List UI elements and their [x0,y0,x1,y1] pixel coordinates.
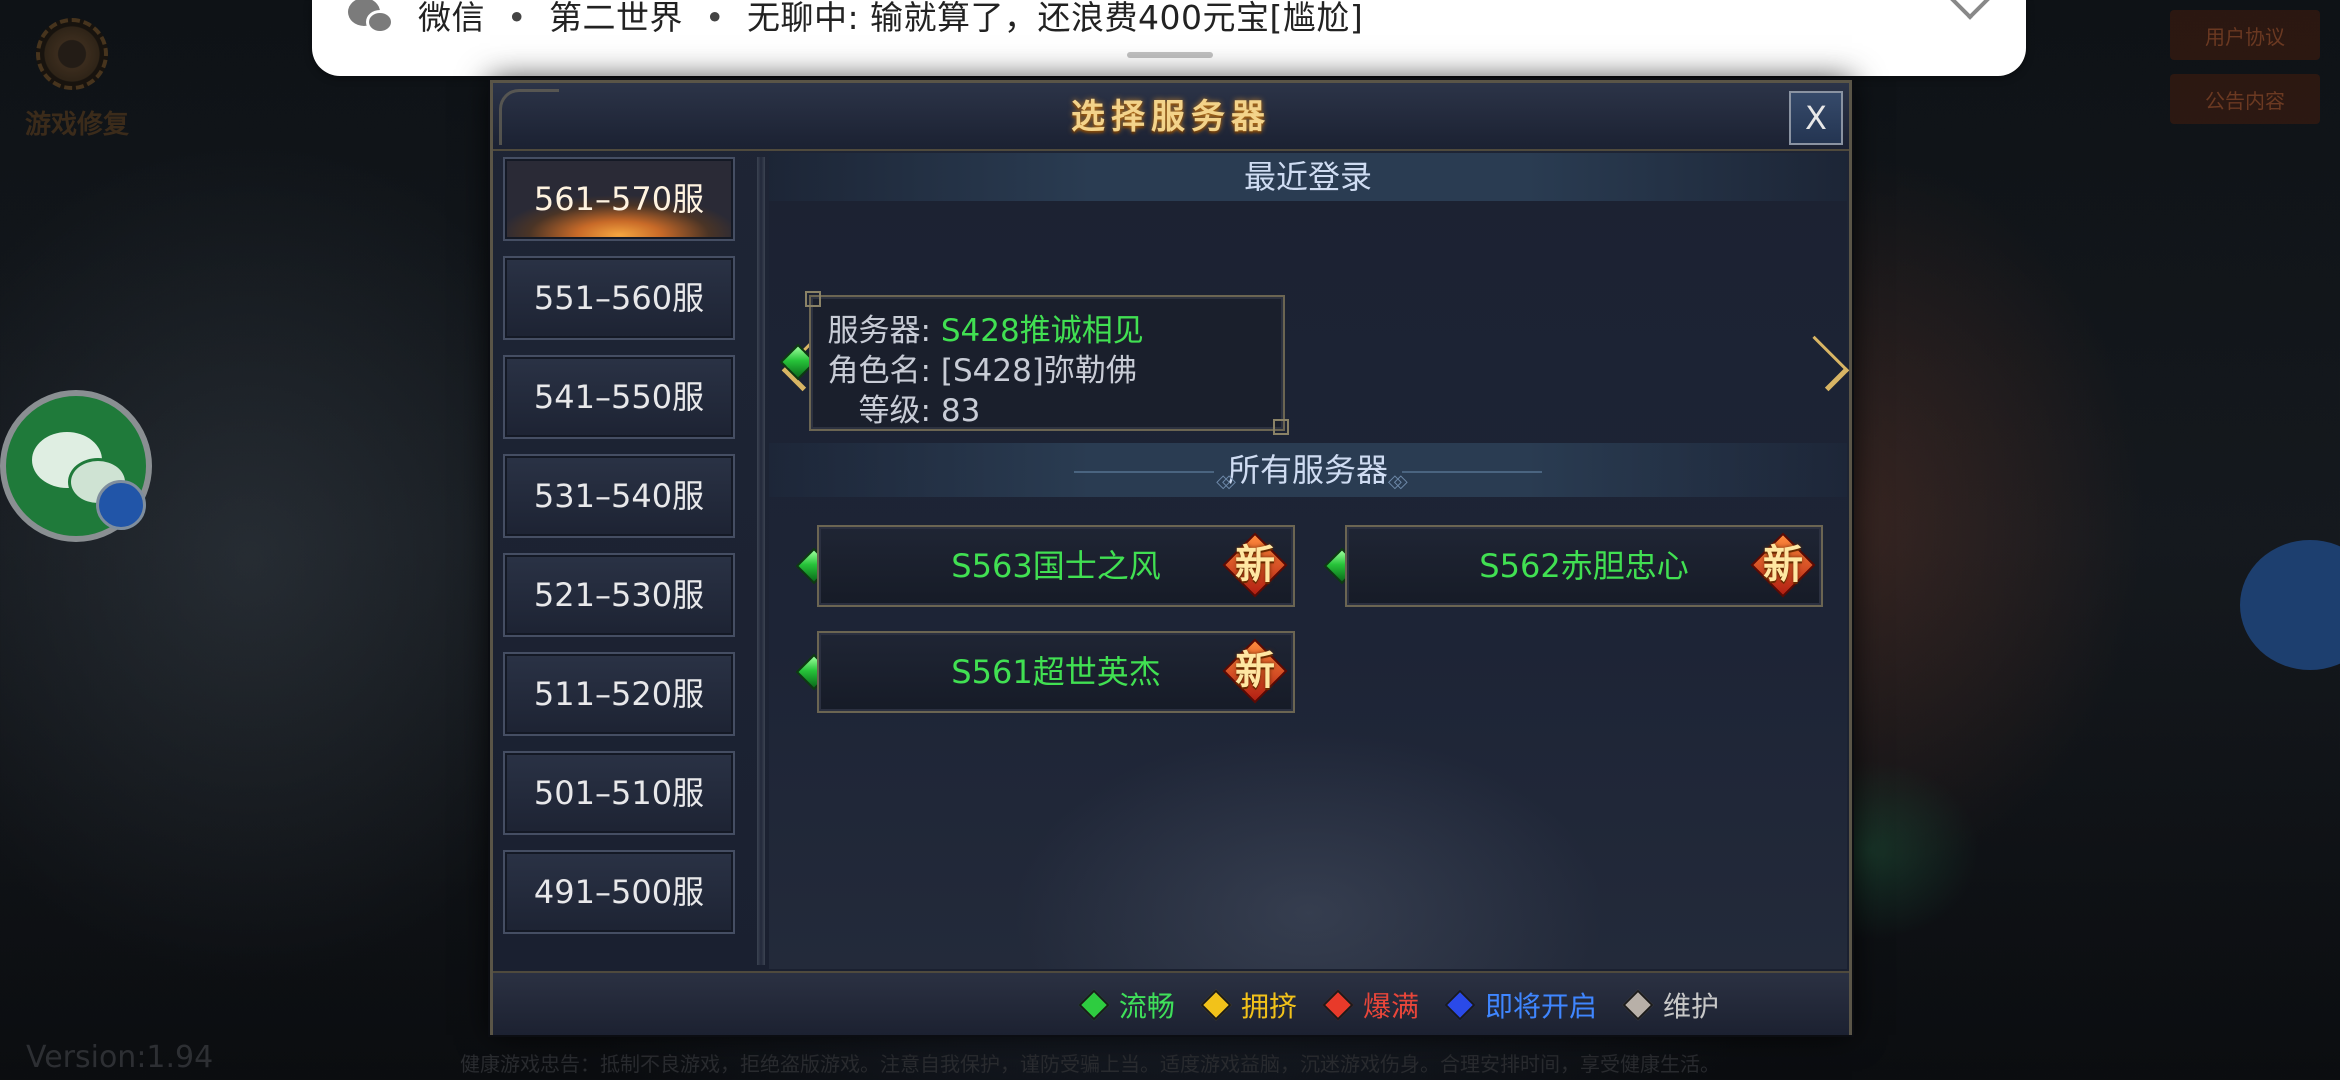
game-repair-button[interactable]: 游戏修复 [22,18,132,140]
level-label: 等级: [858,393,931,429]
range-tab[interactable]: 491–500服 [503,850,735,934]
new-badge: 新 [1222,532,1288,598]
header-ornament [1073,455,1228,509]
version-label: Version:1.94 [26,1040,214,1075]
side-float-button[interactable] [2240,540,2340,670]
status-legend: 流畅 拥挤 爆满 即将开启 维护 [1053,973,1719,1037]
legend-item: 拥挤 [1200,985,1297,1025]
health-notice: 健康游戏忠告：抵制不良游戏，拒绝盗版游戏。注意自我保护，谨防受骗上当。适度游戏益… [460,1052,1720,1076]
legend-label: 爆满 [1362,990,1419,1023]
server-content-panel: 最近登录 服务器: S428推诚相见 角色名: [S428]弥勒佛 等级: 83… [769,153,1847,969]
notification-message: 无聊中: 输就算了，还浪费400元宝[尴尬] [746,0,1364,37]
legend-diamond-icon [1200,989,1232,1021]
legend-label: 即将开启 [1484,990,1597,1023]
legend-label: 维护 [1662,990,1719,1023]
new-badge-text: 新 [1235,648,1275,694]
notification-text: 微信 • 第二世界 • 无聊中: 输就算了，还浪费400元宝[尴尬] [418,0,1364,37]
range-tab[interactable]: 531–540服 [503,454,735,538]
legend-diamond-icon [1322,989,1354,1021]
range-tab[interactable]: 501–510服 [503,751,735,835]
dialog-title: 选择服务器 [1071,97,1271,137]
legend-label: 流畅 [1118,990,1175,1023]
new-badge: 新 [1222,638,1288,704]
recent-level-row: 等级: 83 [811,385,1283,430]
status-legend-bar: 流畅 拥挤 爆满 即将开启 维护 [493,971,1849,1035]
wechat-float-button[interactable] [0,390,152,542]
role-label: 角色名: [827,353,931,389]
recent-server-row: 服务器: S428推诚相见 [811,305,1283,350]
server-card[interactable]: S563国士之风 新 [817,525,1295,607]
server-value: S428推诚相见 [940,313,1144,349]
range-tab[interactable]: 561–570服 [503,157,735,241]
server-name: S563国士之风 [951,547,1161,585]
new-badge: 新 [1750,532,1816,598]
wechat-icon [348,0,400,38]
range-tab[interactable]: 511–520服 [503,652,735,736]
legend-item: 流畅 [1078,985,1175,1025]
legend-diamond-icon [1444,989,1476,1021]
notification-banner[interactable]: 微信 • 第二世界 • 无聊中: 输就算了，还浪费400元宝[尴尬] [312,0,2026,76]
badge-icon [96,480,146,530]
announcement-button[interactable]: 公告内容 [2170,74,2320,124]
notification-app: 微信 [418,0,485,37]
server-label: 服务器: [827,313,931,349]
recent-login-header: 最近登录 [769,153,1847,201]
drag-handle[interactable] [1127,52,1213,58]
recent-role-row: 角色名: [S428]弥勒佛 [811,345,1283,390]
header-ornament [1388,455,1542,509]
chevron-down-icon[interactable] [1950,0,1990,20]
legend-diamond-icon [1078,989,1110,1021]
role-value: [S428]弥勒佛 [940,353,1137,389]
divider [757,157,765,965]
legend-item: 即将开启 [1444,985,1597,1025]
range-tab[interactable]: 541–550服 [503,355,735,439]
server-card[interactable]: S561超世英杰 新 [817,631,1295,713]
new-badge-text: 新 [1235,542,1275,588]
notification-group: 第二世界 [548,0,683,37]
next-arrow-icon[interactable] [1817,321,1847,401]
new-badge-text: 新 [1763,542,1803,588]
gear-icon [36,18,108,90]
server-name: S561超世英杰 [951,653,1161,691]
range-tab[interactable]: 551–560服 [503,256,735,340]
game-repair-label: 游戏修复 [24,110,129,140]
legend-item: 维护 [1622,985,1719,1025]
level-value: 83 [940,393,981,429]
user-agreement-button[interactable]: 用户协议 [2170,10,2320,60]
server-name: S562赤胆忠心 [1479,547,1689,585]
server-range-list: 561–570服 551–560服 541–550服 531–540服 521–… [499,157,747,967]
legend-item: 爆满 [1322,985,1419,1025]
server-select-dialog: 选择服务器 X 561–570服 551–560服 541–550服 531–5… [490,80,1852,1035]
recent-server-card[interactable]: 服务器: S428推诚相见 角色名: [S428]弥勒佛 等级: 83 [805,291,1289,435]
all-servers-header: 所有服务器 [769,443,1847,509]
close-button[interactable]: X [1789,91,1843,145]
dialog-title-bar: 选择服务器 X [493,83,1849,151]
range-tab[interactable]: 521–530服 [503,553,735,637]
server-card[interactable]: S562赤胆忠心 新 [1345,525,1823,607]
legend-label: 拥挤 [1240,990,1297,1023]
all-servers-title: 所有服务器 [1227,451,1388,489]
legend-diamond-icon [1622,989,1654,1021]
